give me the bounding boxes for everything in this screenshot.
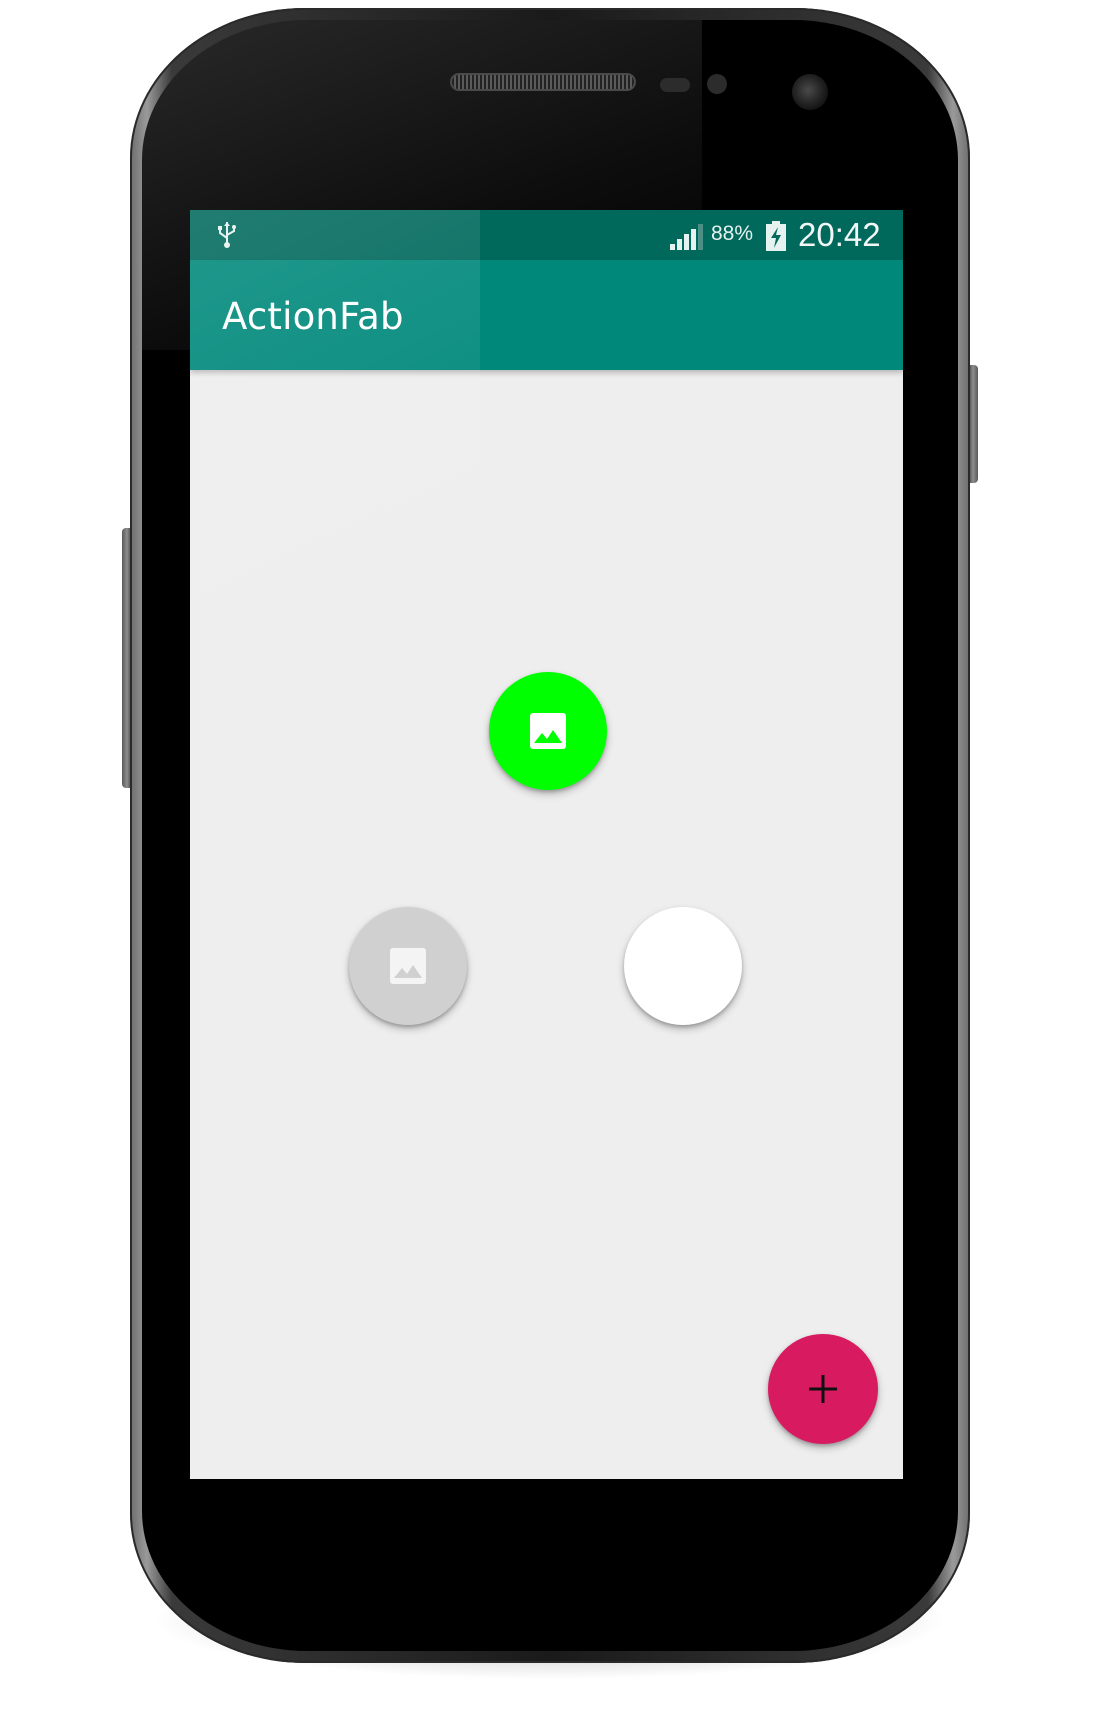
app-title: ActionFab: [222, 295, 404, 338]
light-sensor: [707, 74, 727, 94]
image-action-disabled-button[interactable]: [349, 907, 467, 1025]
front-camera: [792, 74, 828, 110]
device-screen: 88% 20:42 ActionFab: [190, 210, 903, 1479]
app-bar: ActionFab: [190, 260, 903, 370]
status-bar: 88% 20:42: [190, 210, 903, 260]
blank-action-button[interactable]: [624, 907, 742, 1025]
image-action-button[interactable]: [489, 672, 607, 790]
signal-icon: [670, 224, 703, 250]
battery-percent: 88%: [711, 222, 754, 245]
battery-charging-icon: [766, 221, 786, 251]
earpiece-speaker: [450, 73, 636, 91]
clock: 20:42: [798, 216, 881, 253]
usb-icon: [218, 222, 236, 248]
plus-icon: [809, 1375, 837, 1403]
image-icon: [390, 948, 426, 984]
main-fab-button[interactable]: [768, 1334, 878, 1444]
image-icon: [530, 713, 566, 749]
proximity-sensor: [660, 78, 690, 92]
